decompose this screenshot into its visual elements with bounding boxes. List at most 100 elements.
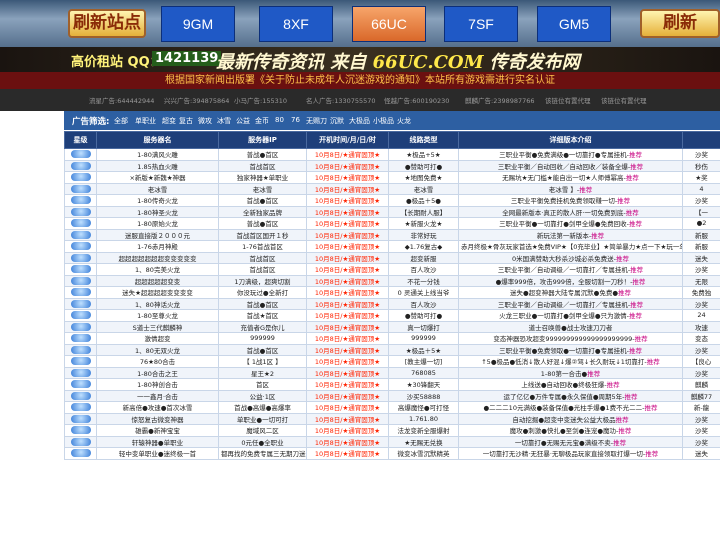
ad-link[interactable]: 兴兴广告:394875864 (164, 95, 229, 105)
version-detail[interactable]: ↑5●极品●低消↓散人好混↓爆②驾↓长久耐玩↓1切靠打-推荐 (458, 355, 683, 368)
version-detail[interactable]: 道士召唤兽●战士攻速刀刀者 (458, 320, 683, 333)
server-name[interactable]: 1-80合击之王 (96, 366, 219, 379)
site-tab-7sf[interactable]: 7SF (444, 6, 518, 42)
site-tab-gm5[interactable]: GM5 (537, 6, 611, 42)
site-tab-66uc[interactable]: 66UC (352, 6, 426, 42)
table-row[interactable]: S道士三代麒麟神 充值者G是你儿 10月8日/★通宵固顶★ 真一切爆打 道士召唤兽●战士… (64, 320, 720, 333)
ad-link[interactable]: 麒麟广告:2398987766 (465, 95, 535, 105)
server-name[interactable]: 轻中变单职业●迷终极一首 (96, 447, 219, 460)
version-detail[interactable]: 自动挖掘●超变中变迷失公益大极品推荐 (458, 412, 683, 425)
ad-link[interactable]: 该链位有置代理 (601, 95, 647, 105)
table-row[interactable]: 1-80神圣火龙 全新独家品牌 10月8日/★通宵固顶★ 【长期耐人服】 全网最新版本·… (64, 205, 720, 218)
table-row[interactable]: 1、80无双火龙 首战●首区 10月8日/★通宵固顶★ ★极品＋5★ 三职业平衡●免费领… (64, 343, 720, 356)
version-detail[interactable]: 老冰雪 】-推荐 (458, 182, 683, 195)
table-row[interactable]: 惊怒复古微变神器 单职业●一切可打 10月8日/★通宵固顶★ 1.761.80 自动挖掘… (64, 412, 720, 425)
filter-item[interactable]: 公益 (236, 116, 250, 126)
ad-link[interactable]: 怪越广告:600190230 (384, 95, 449, 105)
server-name[interactable]: 惊怒复古微变神器 (96, 412, 219, 425)
version-detail[interactable]: 全网最新版本·真正的散人肝·一切免费到底-推荐 (458, 205, 683, 218)
server-name[interactable]: 1.85热血火雕 (96, 159, 219, 172)
table-row[interactable]: 轩辕神器●单职业 0元任●全职业 10月8日/★通宵固顶★ ★无赐无兑换 一切靠打●无赐… (64, 435, 720, 448)
version-detail[interactable]: 一切靠打●无赐无元宝●满级不卖-推荐 (458, 435, 683, 448)
server-name[interactable]: 激情超变 (96, 332, 219, 345)
filter-item[interactable]: 76 (291, 116, 300, 124)
refresh-site-button[interactable]: 刷新站点 (68, 9, 146, 38)
version-detail[interactable]: 火龙三职业●一切靠打●剑甲全爆●只为激情-推荐 (458, 309, 683, 322)
server-name[interactable]: 1、80无双火龙 (96, 343, 219, 356)
table-row[interactable]: 一一鑫月·合击 公益·1区 10月8日/★通宵固顶★ 沙买58888 运了亿亿●万件专属… (64, 389, 720, 402)
filter-item[interactable]: 80 (275, 116, 284, 124)
slogan-site[interactable]: 66UC.COM (373, 52, 484, 73)
filter-item[interactable]: 复古 (179, 116, 193, 126)
version-detail[interactable]: ●二二二10元满级●装备保值●光柱手爆●1费不光二二-推荐 (458, 401, 683, 414)
filter-item[interactable]: 冰雪 (217, 116, 231, 126)
ad-link[interactable]: 流星广告:644442944 (89, 95, 154, 105)
version-detail[interactable]: 三职业平衡／自动调级／一切靠打／专属挂机-推荐 (458, 263, 683, 276)
server-name[interactable]: 1、80神话火龙 (96, 297, 219, 310)
server-name[interactable]: 一一鑫月·合击 (96, 389, 219, 402)
version-detail[interactable]: 0米国满赞助大秒杀沙城必杀免费送-推荐 (458, 251, 683, 264)
version-detail[interactable]: 新玩法第一新版本-推荐 (458, 228, 683, 241)
version-detail[interactable]: 一切靠打无沙精·无狂暴·无聊极品玩家直接领取打爆一切-推荐 (458, 447, 683, 460)
table-row[interactable]: 1-80原始火龙 普战●首区 10月8日/★通宵固顶★ ★新服火龙★ 三职业平衡●一切靠… (64, 217, 720, 230)
server-name[interactable]: 超超超超超超超变变变变变 (96, 251, 219, 264)
filter-all[interactable]: 全部 (114, 116, 128, 126)
site-tab-8xf[interactable]: 8XF (259, 6, 333, 42)
table-row[interactable]: 1-80合击之王 星王★2 10月8日/★通宵固顶★ 768085 1-80第一合击●推… (64, 366, 720, 379)
version-detail[interactable]: 三职业平衡免费挂机免费领取赚一切-推荐 (458, 194, 683, 207)
server-name[interactable]: 1-80原始火龙 (96, 217, 219, 230)
filter-item[interactable]: 金币 (255, 116, 269, 126)
table-row[interactable]: 超超超超超超超变变变变变 首战首区 10月8日/★通宵固顶★ 超变新服 0米国满赞助大秒… (64, 251, 720, 264)
server-name[interactable]: 76★80合击 (96, 355, 219, 368)
version-detail[interactable]: 上线送●自动回收●终极狂爆-推荐 (458, 378, 683, 391)
version-detail[interactable]: 三职业平衡●免费领取●一切靠打●专属挂机-推荐 (458, 343, 683, 356)
filter-item[interactable]: 微攻 (198, 116, 212, 126)
ad-link[interactable]: 小马广告:155310 (234, 95, 287, 105)
version-detail[interactable]: 迷失●超变神器大陆专属沉默●免费●推荐 (458, 286, 683, 299)
table-row[interactable]: 轻中变单职业●迷终极一首 都再找的免费专属三无期刀迷失 10月8日/★通宵固顶★ 微变… (64, 447, 720, 460)
ad-link[interactable]: 名人广告:1330755570 (306, 95, 376, 105)
server-name[interactable]: 轩辕神器●单职业 (96, 435, 219, 448)
filter-item[interactable]: 单职业 (135, 116, 156, 126)
table-row[interactable]: 76★80合击【 1战1区 】 10月8日/★通宵固顶★ [教主爆一切] ↑5●极品●… (64, 355, 720, 368)
server-name[interactable]: 新高倍●攻速●首次冰雪 (96, 401, 219, 414)
version-detail[interactable]: 三职业平衡／自动回收／自动回收／装备全爆-推荐 (458, 159, 683, 172)
server-name[interactable]: 迷服直接版２０００元 (96, 228, 219, 241)
table-row[interactable]: 1、80神话火龙 首战●首区 10月8日/★通宵固顶★ 百人攻沙 三职业平衡／自动调级／… (64, 297, 720, 310)
table-row[interactable]: 迷失★超超超超变变变变 你没玩过●全新打 10月8日/★通宵固顶★ 0 灵通关上线当爷… (64, 286, 720, 299)
version-detail[interactable]: 无赐坑★无门槛★能自出一切★人师傅幂高-推荐 (458, 171, 683, 184)
filter-item[interactable]: 超变 (162, 116, 176, 126)
table-row[interactable]: 1-76赤月神殿 1-76首战首区 10月8日/★通宵固顶★ ◆1.76复古◆ 赤月终极… (64, 240, 720, 253)
table-row[interactable]: 迷服直接版２０００元 首战首区国开１秒 10月8日/★通宵固顶★ 非常好玩 新玩法第一新… (64, 228, 720, 241)
server-name[interactable]: 老冰雪 (96, 182, 219, 195)
server-name[interactable]: 迷失★超超超超变变变变 (96, 286, 219, 299)
ad-link[interactable]: 该链位有置代理 (545, 95, 591, 105)
table-row[interactable]: 1-80至尊火龙 首战★首区 10月8日/★通宵固顶★ ●赞助可打● 火龙三职业●一切靠… (64, 309, 720, 322)
refresh-button-right[interactable]: 刷新 (640, 9, 720, 38)
server-name[interactable]: 1-80神创合击 (96, 378, 219, 391)
version-detail[interactable]: 三职业平衡●一切靠打●剑甲全爆●免费回收-推荐 (458, 217, 683, 230)
filter-item[interactable]: 火龙 (397, 116, 411, 126)
server-name[interactable]: 1-80至尊火龙 (96, 309, 219, 322)
server-name[interactable]: 1-80传奇火龙 (96, 194, 219, 207)
table-row[interactable]: ×新版★新魏★神器 独家神器★单职业 10月8日/★通宵固顶★ ★地图免费★ 无赐坑★无… (64, 171, 720, 184)
table-row[interactable]: 老冰雪 老冰雪 10月8日/★通宵固顶★ 老冰雪 老冰雪 】-推荐 4 (64, 182, 720, 195)
version-detail[interactable]: 变态神器恐攻超变999999999999999999999-推荐 (458, 332, 683, 345)
server-name[interactable]: 1、80完美火龙 (96, 263, 219, 276)
version-detail[interactable]: ●爆率999倍，攻击999倍，全服切割一刀秒！-推荐 (458, 274, 683, 287)
table-row[interactable]: 新高倍●攻速●首次冰雪 首战●高爆●高爆率 10月8日/★通宵固顶★ 高爆魔怪●可打怪… (64, 401, 720, 414)
server-name[interactable]: 超超超超超变变 (96, 274, 219, 287)
server-name[interactable]: ×新版★新魏★神器 (96, 171, 219, 184)
server-name[interactable]: S道士三代麒麟神 (96, 320, 219, 333)
site-tab-9gm[interactable]: 9GM (161, 6, 235, 42)
table-row[interactable]: 雄霸●新神宝宝 魔域风二区 10月8日/★通宵固顶★ 法龙变新全服爆射 魔攻●刺激●快扎… (64, 424, 720, 437)
server-name[interactable]: 1-80满风火雕 (96, 148, 219, 161)
version-detail[interactable]: 运了亿亿●万件专属●永久保值●周期5年-推荐 (458, 389, 683, 402)
table-row[interactable]: 1、80完美火龙 首战首区 10月8日/★通宵固顶★ 百人攻沙 三职业平衡／自动调级／一… (64, 263, 720, 276)
version-detail[interactable]: 1-80第一合击●推荐 (458, 366, 683, 379)
version-detail[interactable]: 三职业平衡／自动调级／一切靠打／专属挂机-推荐 (458, 297, 683, 310)
server-name[interactable]: 雄霸●新神宝宝 (96, 424, 219, 437)
table-row[interactable]: 1.85热血火雕 首战首区 10月8日/★通宵固顶★ ●赞助可打● 三职业平衡／自动回收… (64, 159, 720, 172)
table-row[interactable]: 1-80满风火雕 普战●首区 10月8日/★通宵固顶★ ★极品+5★ 三职业平衡●免费满… (64, 148, 720, 161)
table-row[interactable]: 激情超变 999999 10月8日/★通宵固顶★ 999999 变态神器恐攻超变9999… (64, 332, 720, 345)
